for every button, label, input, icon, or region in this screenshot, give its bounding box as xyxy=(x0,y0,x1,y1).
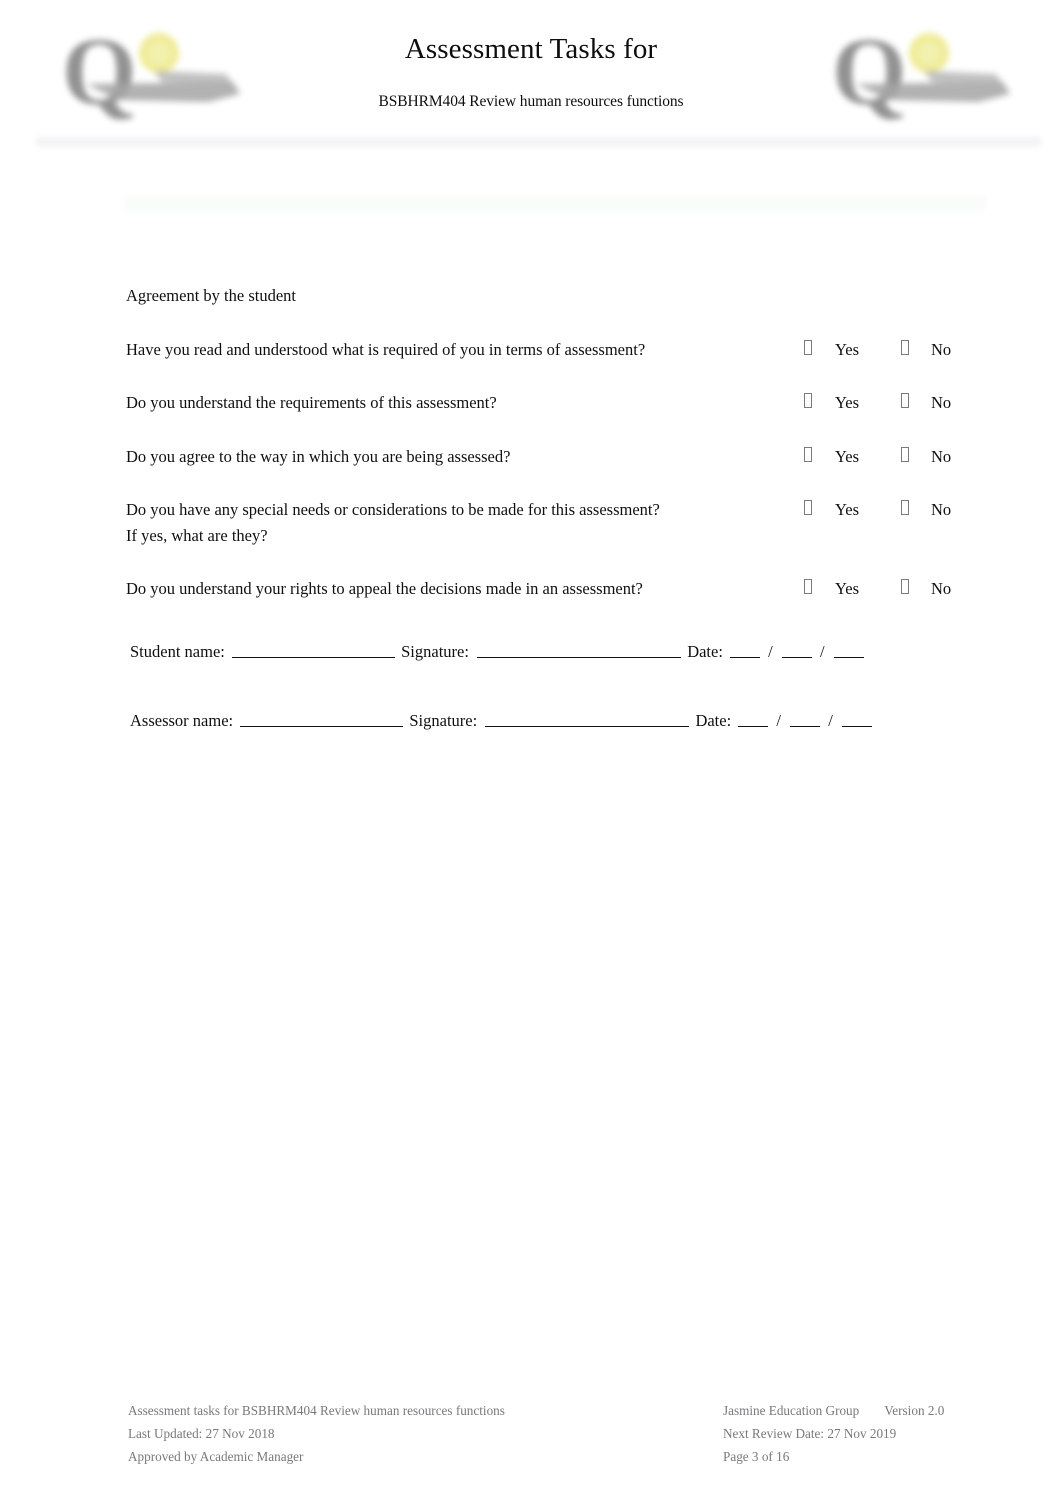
option-yes[interactable]: Yes xyxy=(804,497,859,523)
footer-right-cell: Jasmine Education Group Version 2.0 Next … xyxy=(723,1400,990,1469)
option-no-label: No xyxy=(931,446,952,466)
student-name-field[interactable] xyxy=(231,657,395,658)
agreement-section: Agreement by the student Have you read a… xyxy=(126,286,986,602)
student-signature-row: Student name: Signature: Date: / / xyxy=(130,640,990,665)
svg-text:Q: Q xyxy=(832,18,907,125)
question-text: Do you agree to the way in which you are… xyxy=(126,444,804,470)
date-separator: / xyxy=(776,710,782,730)
checkbox-icon[interactable] xyxy=(804,339,812,355)
option-no-label: No xyxy=(931,339,952,359)
footer-version: Version 2.0 xyxy=(884,1403,945,1418)
checkbox-icon[interactable] xyxy=(804,579,812,595)
header-divider xyxy=(36,135,1041,149)
assessor-signature-field[interactable] xyxy=(485,725,690,727)
student-date-day-field[interactable] xyxy=(730,657,761,658)
student-date-year-field[interactable] xyxy=(833,657,864,658)
header-title-block: Assessment Tasks for BSBHRM404 Review hu… xyxy=(231,0,831,111)
yes-no-options: Yes No xyxy=(804,390,986,416)
footer-page-number: Page 3 of 16 xyxy=(723,1448,790,1464)
jasmine-education-q-logo-icon: Q xyxy=(828,16,1033,128)
student-name-label: Student name: xyxy=(130,642,225,661)
checkbox-icon[interactable] xyxy=(804,500,812,516)
student-signature-field[interactable] xyxy=(477,657,682,658)
student-signature-label: Signature: xyxy=(401,642,469,661)
option-yes[interactable]: Yes xyxy=(804,337,859,363)
document-footer: Assessment tasks for BSBHRM404 Review hu… xyxy=(128,1400,990,1469)
question-line-1: Have you read and understood what is req… xyxy=(126,339,646,359)
checkbox-icon[interactable] xyxy=(901,339,910,355)
date-separator: / xyxy=(768,642,773,661)
option-yes-label: Yes xyxy=(835,446,860,466)
yes-no-options: Yes No xyxy=(804,337,986,363)
option-yes[interactable]: Yes xyxy=(804,576,859,602)
question-text: Have you read and understood what is req… xyxy=(126,337,804,363)
checkbox-icon[interactable] xyxy=(804,393,812,409)
agreement-question-row: Do you agree to the way in which you are… xyxy=(126,444,986,470)
option-no[interactable]: No xyxy=(901,497,951,523)
question-text: Do you understand the requirements of th… xyxy=(126,390,804,416)
date-separator: / xyxy=(828,710,833,730)
checkbox-icon[interactable] xyxy=(901,446,910,462)
agreement-question-row: Do you understand your rights to appeal … xyxy=(126,576,986,602)
assessor-name-field[interactable] xyxy=(240,725,404,727)
footer-organisation: Jasmine Education Group xyxy=(723,1403,860,1418)
document-header: Q Assessment Tasks for BSBHRM404 Review … xyxy=(0,0,1062,132)
footer-left-cell: Assessment tasks for BSBHRM404 Review hu… xyxy=(128,1400,723,1469)
question-line-1: Do you have any special needs or conside… xyxy=(126,500,660,520)
option-no[interactable]: No xyxy=(901,444,951,470)
option-yes[interactable]: Yes xyxy=(804,390,859,416)
option-no-label: No xyxy=(931,393,952,413)
assessor-date-year-field[interactable] xyxy=(841,725,872,727)
option-no-label: No xyxy=(931,500,952,520)
option-no-label: No xyxy=(931,579,952,599)
yes-no-options: Yes No xyxy=(804,444,986,470)
question-line-1: Do you agree to the way in which you are… xyxy=(126,446,511,466)
student-date-month-field[interactable] xyxy=(781,657,812,658)
page-title: Assessment Tasks for xyxy=(404,33,658,65)
option-yes-label: Yes xyxy=(835,393,860,413)
assessor-date-label: Date: xyxy=(695,710,732,730)
assessor-signature-row: Assessor name: Signature: Date: / / xyxy=(130,709,990,734)
option-yes-label: Yes xyxy=(835,579,860,599)
signature-block: Student name: Signature: Date: / / Asses… xyxy=(130,640,990,734)
assessor-date-month-field[interactable] xyxy=(790,725,821,727)
agreement-question-row: Do you have any special needs or conside… xyxy=(126,497,986,548)
checkbox-icon[interactable] xyxy=(804,446,812,462)
footer-row: Assessment tasks for BSBHRM404 Review hu… xyxy=(128,1400,990,1469)
page-subtitle: BSBHRM404 Review human resources functio… xyxy=(378,92,684,110)
question-line-1: Do you understand your rights to appeal … xyxy=(126,579,643,599)
question-line-1: Do you understand the requirements of th… xyxy=(126,393,497,413)
agreement-question-row: Have you read and understood what is req… xyxy=(126,337,986,363)
assessor-signature-label: Signature: xyxy=(409,710,478,730)
assessor-name-label: Assessor name: xyxy=(130,710,234,730)
footer-org-version-line: Jasmine Education Group Version 2.0 xyxy=(723,1400,990,1423)
faded-table-band xyxy=(124,192,986,218)
question-text: Do you understand your rights to appeal … xyxy=(126,576,804,602)
yes-no-options: Yes No xyxy=(804,576,986,602)
agreement-question-row: Do you understand the requirements of th… xyxy=(126,390,986,416)
footer-last-updated: Last Updated: 27 Nov 2018 xyxy=(128,1425,275,1441)
option-no[interactable]: No xyxy=(901,576,951,602)
section-heading: Agreement by the student xyxy=(126,286,296,305)
footer-table: Assessment tasks for BSBHRM404 Review hu… xyxy=(128,1400,990,1469)
checkbox-icon[interactable] xyxy=(901,579,910,595)
checkbox-icon[interactable] xyxy=(901,500,910,516)
question-text: Do you have any special needs or conside… xyxy=(126,497,804,548)
question-line-2: If yes, what are they? xyxy=(126,525,268,545)
footer-next-review-date: Next Review Date: 27 Nov 2019 xyxy=(723,1425,897,1441)
option-no[interactable]: No xyxy=(901,390,951,416)
document-page: Q Assessment Tasks for BSBHRM404 Review … xyxy=(0,0,1062,1504)
footer-approved-by: Approved by Academic Manager xyxy=(128,1448,304,1464)
svg-text:Q: Q xyxy=(62,18,137,125)
checkbox-icon[interactable] xyxy=(901,393,910,409)
option-yes[interactable]: Yes xyxy=(804,444,859,470)
assessor-date-day-field[interactable] xyxy=(738,725,769,727)
option-no[interactable]: No xyxy=(901,337,951,363)
date-separator: / xyxy=(820,642,825,661)
option-yes-label: Yes xyxy=(835,500,860,520)
footer-doc-title: Assessment tasks for BSBHRM404 Review hu… xyxy=(128,1403,505,1418)
option-yes-label: Yes xyxy=(835,339,860,359)
student-date-label: Date: xyxy=(687,642,723,661)
yes-no-options: Yes No xyxy=(804,497,986,523)
